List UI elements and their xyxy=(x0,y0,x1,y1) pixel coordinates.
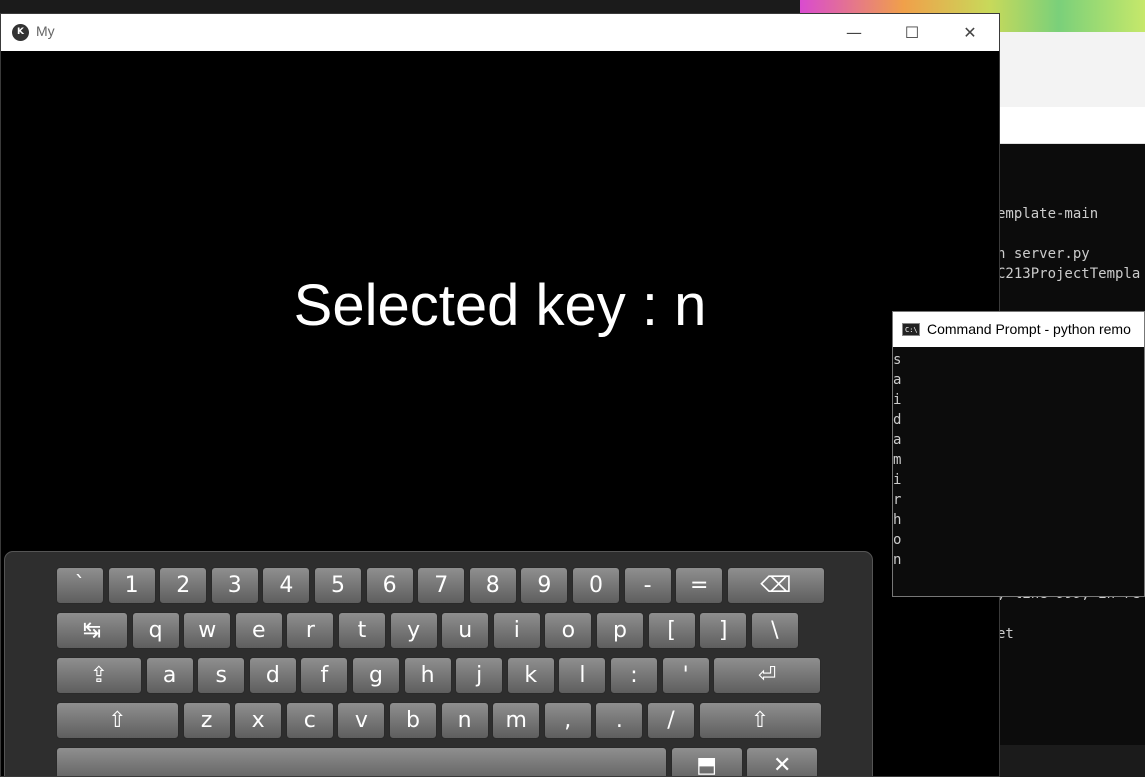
cmd-output-line: a xyxy=(893,432,902,448)
background-window-tab-strip xyxy=(990,107,1145,144)
terminal-line: n server.py xyxy=(997,246,1090,262)
cmd-output-line: r xyxy=(893,492,902,508)
key-symbol[interactable]: ` xyxy=(56,567,104,604)
key-m[interactable]: m xyxy=(492,702,541,739)
key-x[interactable]: x xyxy=(234,702,283,739)
cmd-icon: C:\ xyxy=(902,323,920,336)
key-c[interactable]: c xyxy=(285,702,334,739)
shift-key[interactable]: ⇧ xyxy=(56,702,179,739)
key-symbol[interactable]: \ xyxy=(750,612,799,649)
kivy-app-window: K My — ☐ ✕ Selected key : n ` 1 2 3 4 5 6 7 8 9 0-… xyxy=(0,13,1000,777)
key-p[interactable]: p xyxy=(596,612,644,649)
key-f[interactable]: f xyxy=(300,657,349,694)
kivy-logo-icon: K xyxy=(12,24,29,41)
layout-switch-key[interactable]: ⬒ xyxy=(670,747,743,776)
key-o[interactable]: o xyxy=(544,612,593,649)
key-symbol[interactable]: - xyxy=(623,567,672,604)
cmd-titlebar[interactable]: C:\ Command Prompt - python remo xyxy=(893,312,1144,347)
key-w[interactable]: w xyxy=(183,612,232,649)
app-title: My xyxy=(36,23,55,39)
key-4[interactable]: 4 xyxy=(262,567,311,604)
cmd-output-line: i xyxy=(893,472,902,488)
key-v[interactable]: v xyxy=(337,702,386,739)
virtual-keyboard: ` 1 2 3 4 5 6 7 8 9 0- = ⌫ ↹ q w e r t y u i o p[] \ ⇪ a s d f g h j k l: '… xyxy=(4,551,873,776)
key-symbol[interactable]: . xyxy=(595,702,644,739)
key-1[interactable]: 1 xyxy=(107,567,156,604)
enter-key[interactable]: ⏎ xyxy=(713,657,822,694)
key-9[interactable]: 9 xyxy=(520,567,569,604)
shift-key[interactable]: ⇧ xyxy=(698,702,822,739)
cmd-output-line: n xyxy=(893,552,902,568)
cmd-output-line: m xyxy=(893,452,902,468)
key-b[interactable]: b xyxy=(389,702,437,739)
tab-key[interactable]: ↹ xyxy=(56,612,128,649)
terminal-line: C213ProjectTempla xyxy=(997,266,1141,282)
selected-key-label: Selected key : n xyxy=(293,273,707,338)
key-symbol[interactable]: ] xyxy=(699,612,748,649)
close-button[interactable]: ✕ xyxy=(941,14,999,51)
key-8[interactable]: 8 xyxy=(468,567,517,604)
key-e[interactable]: e xyxy=(234,612,283,649)
key-symbol[interactable]: ' xyxy=(661,657,710,694)
spacebar-key[interactable] xyxy=(56,747,667,776)
key-symbol[interactable]: : xyxy=(610,657,658,694)
key-k[interactable]: k xyxy=(506,657,555,694)
cmd-title: Command Prompt - python remo xyxy=(927,321,1131,337)
terminal-line: emplate-main xyxy=(997,206,1099,222)
background-window-header xyxy=(990,32,1145,108)
key-l[interactable]: l xyxy=(558,657,607,694)
key-symbol[interactable]: [ xyxy=(647,612,696,649)
key-n[interactable]: n xyxy=(440,702,489,739)
key-7[interactable]: 7 xyxy=(417,567,466,604)
key-3[interactable]: 3 xyxy=(210,567,259,604)
cmd-output-line: h xyxy=(893,512,902,528)
key-r[interactable]: r xyxy=(286,612,335,649)
cmd-output-line: s xyxy=(893,352,902,368)
capslock-key[interactable]: ⇪ xyxy=(56,657,142,694)
key-y[interactable]: y xyxy=(389,612,438,649)
key-symbol[interactable]: = xyxy=(675,567,724,604)
command-prompt-window[interactable]: C:\ Command Prompt - python remo saidami… xyxy=(892,311,1145,597)
backspace-key[interactable]: ⌫ xyxy=(726,567,825,604)
key-q[interactable]: q xyxy=(131,612,180,649)
cmd-output-line: d xyxy=(893,412,902,428)
key-g[interactable]: g xyxy=(352,657,400,694)
cmd-output-line: a xyxy=(893,372,902,388)
minimize-button[interactable]: — xyxy=(825,14,883,51)
key-z[interactable]: z xyxy=(182,702,231,739)
key-t[interactable]: t xyxy=(338,612,386,649)
key-symbol[interactable]: , xyxy=(543,702,592,739)
key-u[interactable]: u xyxy=(441,612,490,649)
maximize-button[interactable]: ☐ xyxy=(883,14,941,51)
key-a[interactable]: a xyxy=(145,657,194,694)
key-j[interactable]: j xyxy=(455,657,504,694)
key-symbol[interactable]: / xyxy=(647,702,695,739)
key-i[interactable]: i xyxy=(492,612,541,649)
key-d[interactable]: d xyxy=(248,657,297,694)
key-6[interactable]: 6 xyxy=(365,567,414,604)
hide-keyboard-key[interactable]: ✕ xyxy=(746,747,819,776)
app-titlebar[interactable]: K My — ☐ ✕ xyxy=(1,14,999,51)
cmd-output-line: i xyxy=(893,392,902,408)
key-2[interactable]: 2 xyxy=(159,567,208,604)
key-h[interactable]: h xyxy=(403,657,452,694)
cmd-output-line: o xyxy=(893,532,902,548)
key-0[interactable]: 0 xyxy=(572,567,620,604)
key-s[interactable]: s xyxy=(197,657,246,694)
key-5[interactable]: 5 xyxy=(314,567,362,604)
